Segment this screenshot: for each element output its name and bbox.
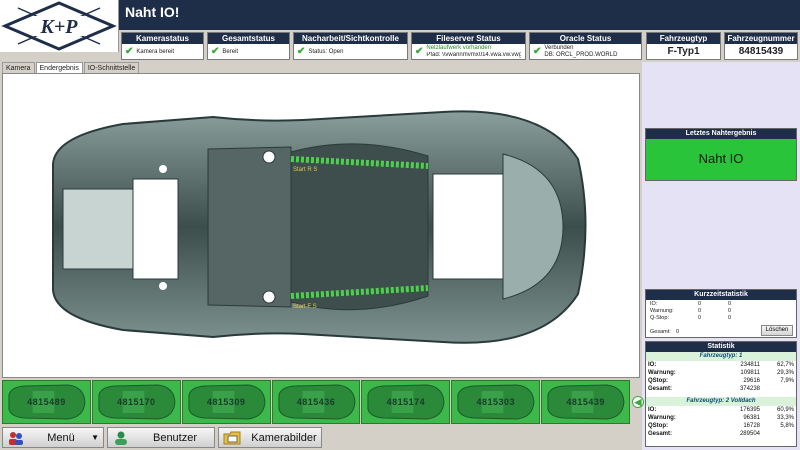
fileserver-line1: Netzlaufwerk vorhanden — [426, 45, 492, 51]
nacharbeit-header: Nacharbeit/Sichtkontrolle — [294, 33, 407, 44]
tab-io-schnittstelle[interactable]: IO-Schnittstelle — [83, 62, 140, 73]
check-icon: ✔ — [297, 46, 306, 57]
app-window: K+P Naht IO! Kamerastatus ✔ Kamera bereit… — [0, 0, 800, 450]
oracle-header: Oracle Status — [530, 33, 641, 44]
history-thumbnail[interactable]: 4815309 — [181, 380, 271, 424]
seam-start-label-bottom: Start F S — [293, 304, 317, 310]
menu-label: Menü — [47, 431, 75, 444]
statistik-group1-title: Fahrzeugtyp: 1 — [646, 352, 796, 361]
statistik-header: Statistik — [646, 342, 796, 352]
arrow-left-icon[interactable]: ◀ — [632, 396, 644, 408]
svg-text:K+P: K+P — [40, 16, 79, 38]
fahrzeugtyp-header: Fahrzeugtyp — [647, 33, 720, 44]
user-icon — [112, 430, 130, 446]
letztes-nahtergebnis-box: Letztes Nahtergebnis Naht IO — [645, 128, 797, 181]
view-tabs: Kamera Endergebnis IO-Schnittstelle — [2, 62, 140, 73]
car-body-viewer: Start R S Start F S — [2, 73, 640, 378]
history-thumbnail[interactable]: 4815439 — [541, 380, 631, 424]
history-thumbnail[interactable]: 4815489 — [2, 380, 91, 424]
statistik-row: Warnung: 96381 33,3% — [648, 415, 794, 421]
letztes-nahtergebnis-value: Naht IO — [698, 151, 744, 166]
kurzzeitstatistik-header: Kurzzeitstatistik — [646, 290, 796, 300]
seam-start-label-top: Start R S — [293, 167, 317, 173]
gesamtstatus-box: Gesamtstatus ✔ Bereit — [207, 32, 290, 60]
folder-images-icon — [223, 430, 241, 446]
chevron-down-icon: ▼ — [91, 433, 99, 442]
gesamtstatus-header: Gesamtstatus — [208, 33, 289, 44]
history-thumbnail[interactable]: 4815303 — [451, 380, 541, 424]
statistik-row: QStop: 16728 5,8% — [648, 423, 794, 429]
kurzzeitstatistik-panel: Kurzzeitstatistik IO: 0 0 Warnung: 0 0 Q-Sto… — [645, 289, 797, 338]
fahrzeugtyp-value: F-Typ1 — [667, 46, 700, 57]
statistik-group2-title: Fahrzeugtyp: 2 Volldach — [646, 397, 796, 406]
statistik-row: IO: 176395 60,9% — [648, 407, 794, 413]
kamerastatus-box: Kamerastatus ✔ Kamera bereit — [121, 32, 204, 60]
oracle-line2: DB: ORCL_PROD.WORLD — [544, 52, 618, 58]
statistik-gesamt-row: Gesamt: 289504 — [648, 431, 760, 437]
history-thumbnail[interactable]: 4815436 — [271, 380, 361, 424]
fahrzeugnummer-header: Fahrzeugnummer — [725, 33, 797, 44]
window-title: Naht IO! — [119, 0, 800, 30]
oracle-line1: Verbunden — [544, 45, 574, 51]
kamerabilder-button[interactable]: Kamerabilder — [218, 427, 322, 448]
fileserver-header: Fileserver Status — [412, 33, 525, 44]
kurz-row-gesamt: Gesamt: 0 — [650, 329, 680, 335]
menu-button[interactable]: Menü ▼ — [2, 427, 104, 448]
benutzer-button[interactable]: Benutzer — [107, 427, 215, 448]
nacharbeit-box: Nacharbeit/Sichtkontrolle ✔ Status: Open — [293, 32, 408, 60]
loeschen-button[interactable]: Löschen — [761, 325, 793, 336]
fahrzeugnummer-box: Fahrzeugnummer 84815439 — [724, 32, 798, 60]
kurz-row-io: IO: 0 0 — [650, 301, 732, 307]
kurz-row-qstop: Q-Stop: 0 0 — [650, 315, 732, 321]
fahrzeugtyp-box: Fahrzeugtyp F-Typ1 — [646, 32, 721, 60]
people-icon — [7, 430, 25, 446]
history-thumbnail[interactable]: 4815170 — [91, 380, 181, 424]
statistik-gesamt-row: Gesamt: 374238 — [648, 386, 760, 392]
tab-kamera[interactable]: Kamera — [2, 62, 35, 73]
statistik-row: Warnung: 109811 29,3% — [648, 370, 794, 376]
nacharbeit-text: Status: Open — [308, 48, 344, 55]
statistik-row: QStop: 29616 7,9% — [648, 378, 794, 384]
tab-endergebnis[interactable]: Endergebnis — [35, 62, 83, 73]
statistik-panel: Statistik Fahrzeugtyp: 1 IO: 234811 62,7% … — [645, 341, 797, 447]
oracle-box: Oracle Status ✔ Verbunden DB: ORCL_PROD.WO… — [529, 32, 642, 60]
check-icon: ✔ — [125, 46, 134, 57]
benutzer-label: Benutzer — [152, 431, 198, 444]
kp-logo: K+P — [0, 0, 119, 52]
history-thumbnails: 4815489 4815170 4815309 4815436 4815174 … — [2, 380, 631, 424]
fileserver-line2: Pfad: \\vwannmvmx014.vwa.vw.vwg\dachnah.… — [426, 52, 522, 58]
check-icon: ✔ — [415, 46, 424, 57]
letztes-nahtergebnis-header: Letztes Nahtergebnis — [646, 129, 796, 139]
kurz-row-warnung: Warnung: 0 0 — [650, 308, 732, 314]
kamerastatus-header: Kamerastatus — [122, 33, 203, 44]
fahrzeugnummer-value: 84815439 — [738, 46, 784, 57]
statistik-row: IO: 234811 62,7% — [648, 362, 794, 368]
check-icon: ✔ — [533, 46, 542, 57]
history-thumbnail[interactable]: 4815174 — [361, 380, 451, 424]
kamerastatus-text: Kamera bereit — [136, 48, 175, 55]
check-icon: ✔ — [211, 46, 220, 57]
fileserver-box: Fileserver Status ✔ Netzlaufwerk vorhande… — [411, 32, 526, 60]
car-body-image: Start R S Start F S — [52, 110, 587, 344]
gesamtstatus-text: Bereit — [222, 48, 239, 55]
kamerabilder-label: Kamerabilder — [251, 431, 317, 444]
